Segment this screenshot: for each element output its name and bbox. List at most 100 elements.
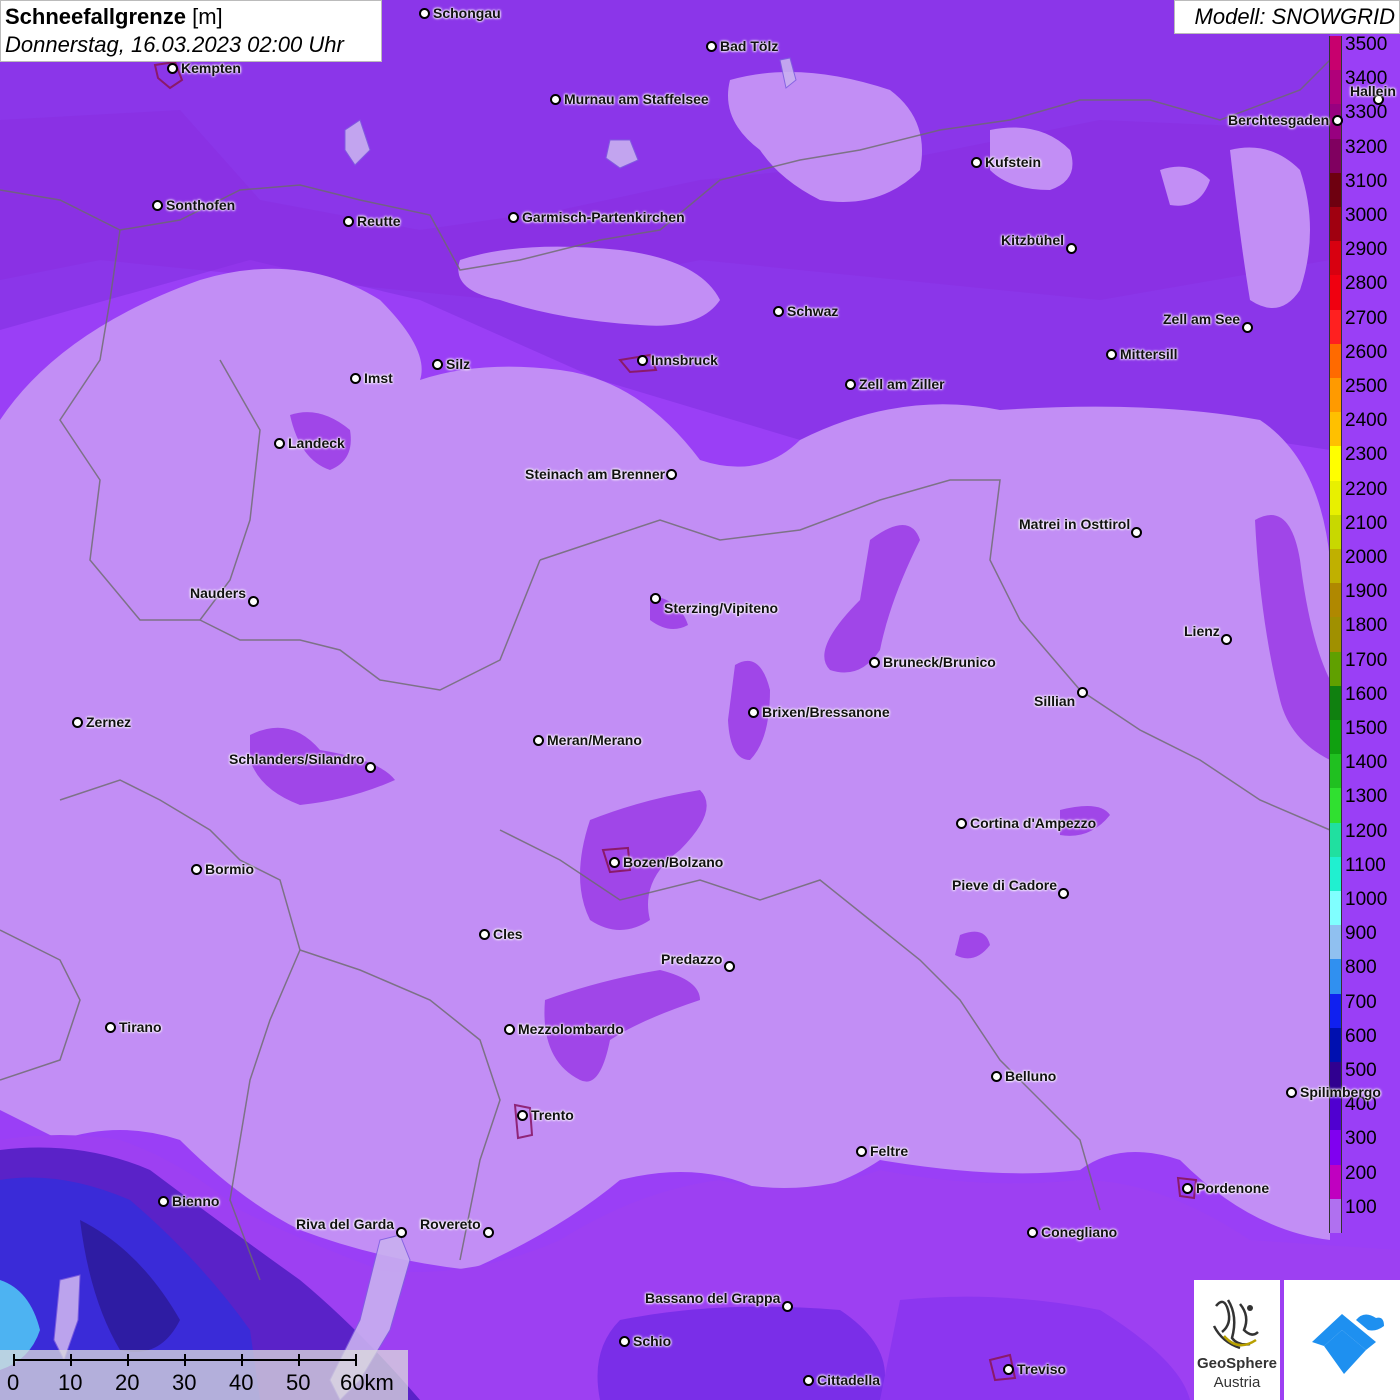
city-marker-predazzo[interactable] [724,961,735,972]
city-marker-sillian[interactable] [1077,687,1088,698]
city-marker-nauders[interactable] [248,596,259,607]
city-label-feltre: Feltre [870,1143,909,1159]
legend-swatch-1100 [1329,856,1342,892]
legend-label-1800: 1800 [1345,615,1388,637]
geosphere-logo[interactable]: GeoSphere Austria [1194,1280,1280,1400]
city-marker-cles[interactable] [479,929,490,940]
legend-label-1600: 1600 [1345,683,1388,705]
city-marker-matrei-in-osttirol[interactable] [1131,527,1142,538]
legend-label-2700: 2700 [1345,307,1388,329]
city-label-cles: Cles [493,926,523,942]
city-marker-kempten[interactable] [167,63,178,74]
city-marker-treviso[interactable] [1003,1364,1014,1375]
city-marker-tirano[interactable] [105,1022,116,1033]
model-label: Modell: SNOWGRID [1174,0,1400,34]
city-label-conegliano: Conegliano [1041,1224,1118,1240]
city-label-zell-am-ziller: Zell am Ziller [859,376,945,392]
scale-tick-40: 40 [229,1370,254,1395]
city-marker-bassano-del-grappa[interactable] [782,1301,793,1312]
map-title: Schneefallgrenze [m] [5,3,377,31]
weather-app-logo[interactable] [1284,1280,1400,1400]
city-marker-spilimbergo[interactable] [1286,1087,1297,1098]
legend-label-300: 300 [1345,1128,1377,1150]
legend-swatch-1500 [1329,720,1342,755]
city-marker-zernez[interactable] [72,717,83,728]
city-marker-trento[interactable] [517,1110,528,1121]
city-marker-cortina-d-ampezzo[interactable] [956,818,967,829]
city-label-zernez: Zernez [86,714,132,730]
legend-swatch-1600 [1329,685,1342,721]
geosphere-country: Austria [1213,1374,1261,1391]
city-marker-imst[interactable] [350,373,361,384]
city-marker-sterzing-vipiteno[interactable] [650,593,661,604]
city-marker-lienz[interactable] [1221,634,1232,645]
scale-tick-60km: 60km [340,1370,394,1395]
city-marker-feltre[interactable] [856,1146,867,1157]
city-marker-mittersill[interactable] [1106,349,1117,360]
map-date: Donnerstag, 16.03.2023 02:00 Uhr [5,32,344,57]
city-marker-riva-del-garda[interactable] [396,1227,407,1238]
city-marker-bormio[interactable] [191,864,202,875]
legend-swatch-600 [1329,1027,1342,1063]
legend-label-3300: 3300 [1345,102,1388,124]
city-marker-cittadella[interactable] [803,1375,814,1386]
city-marker-bozen-bolzano[interactable] [609,857,620,868]
city-marker-kufstein[interactable] [971,157,982,168]
city-marker-garmisch-partenkirchen[interactable] [508,212,519,223]
city-label-sterzing-vipiteno: Sterzing/Vipiteno [664,600,779,616]
legend-label-100: 100 [1345,1196,1377,1218]
legend-label-3100: 3100 [1345,170,1388,192]
city-label-kitzb-hel: Kitzbühel [1001,232,1064,248]
legend-label-2400: 2400 [1345,410,1388,432]
city-marker-bad-t-lz[interactable] [706,41,717,52]
city-marker-innsbruck[interactable] [637,355,648,366]
scale-tick-0: 0 [7,1370,20,1395]
city-label-rovereto: Rovereto [420,1216,481,1232]
city-marker-bruneck-brunico[interactable] [869,657,880,668]
city-marker-berchtesgaden[interactable] [1332,115,1343,126]
city-marker-pordenone[interactable] [1182,1183,1193,1194]
city-marker-murnau-am-staffelsee[interactable] [550,94,561,105]
city-label-kufstein: Kufstein [985,154,1041,170]
city-marker-schongau[interactable] [419,8,430,19]
city-marker-zell-am-see[interactable] [1242,322,1253,333]
legend-swatch-2700 [1329,309,1342,345]
legend-swatch-1400 [1329,754,1342,789]
city-marker-reutte[interactable] [343,216,354,227]
city-label-schwaz: Schwaz [787,303,839,319]
city-label-riva-del-garda: Riva del Garda [296,1216,395,1232]
city-marker-schwaz[interactable] [773,306,784,317]
city-label-garmisch-partenkirchen: Garmisch-Partenkirchen [522,209,685,225]
city-marker-pieve-di-cadore[interactable] [1058,888,1069,899]
legend-swatch-3400 [1329,70,1342,105]
city-label-zell-am-see: Zell am See [1163,311,1241,327]
city-label-meran-merano: Meran/Merano [547,732,642,748]
legend-swatch-3500 [1329,36,1342,71]
city-marker-steinach-am-brenner[interactable] [666,469,677,480]
city-marker-sonthofen[interactable] [152,200,163,211]
legend-label-1300: 1300 [1345,786,1388,808]
city-marker-landeck[interactable] [274,438,285,449]
city-label-bormio: Bormio [205,861,254,877]
city-marker-zell-am-ziller[interactable] [845,379,856,390]
city-marker-mezzolombardo[interactable] [504,1024,515,1035]
scale-tick-20: 20 [115,1370,140,1395]
city-marker-meran-merano[interactable] [533,735,544,746]
city-marker-schio[interactable] [619,1336,630,1347]
city-label-hallein: Hallein [1350,83,1396,99]
legend-label-800: 800 [1345,957,1377,979]
city-label-bozen-bolzano: Bozen/Bolzano [623,854,724,870]
city-marker-conegliano[interactable] [1027,1227,1038,1238]
city-label-spilimbergo: Spilimbergo [1300,1084,1381,1100]
city-marker-schlanders-silandro[interactable] [365,762,376,773]
city-marker-brixen-bressanone[interactable] [748,707,759,718]
city-marker-belluno[interactable] [991,1071,1002,1082]
city-marker-rovereto[interactable] [483,1227,494,1238]
city-marker-bienno[interactable] [158,1196,169,1207]
legend-label-600: 600 [1345,1025,1377,1047]
city-label-sillian: Sillian [1034,693,1076,709]
city-marker-silz[interactable] [432,359,443,370]
legend-swatch-1700 [1329,651,1342,687]
city-marker-kitzb-hel[interactable] [1066,243,1077,254]
legend-label-2800: 2800 [1345,273,1388,295]
